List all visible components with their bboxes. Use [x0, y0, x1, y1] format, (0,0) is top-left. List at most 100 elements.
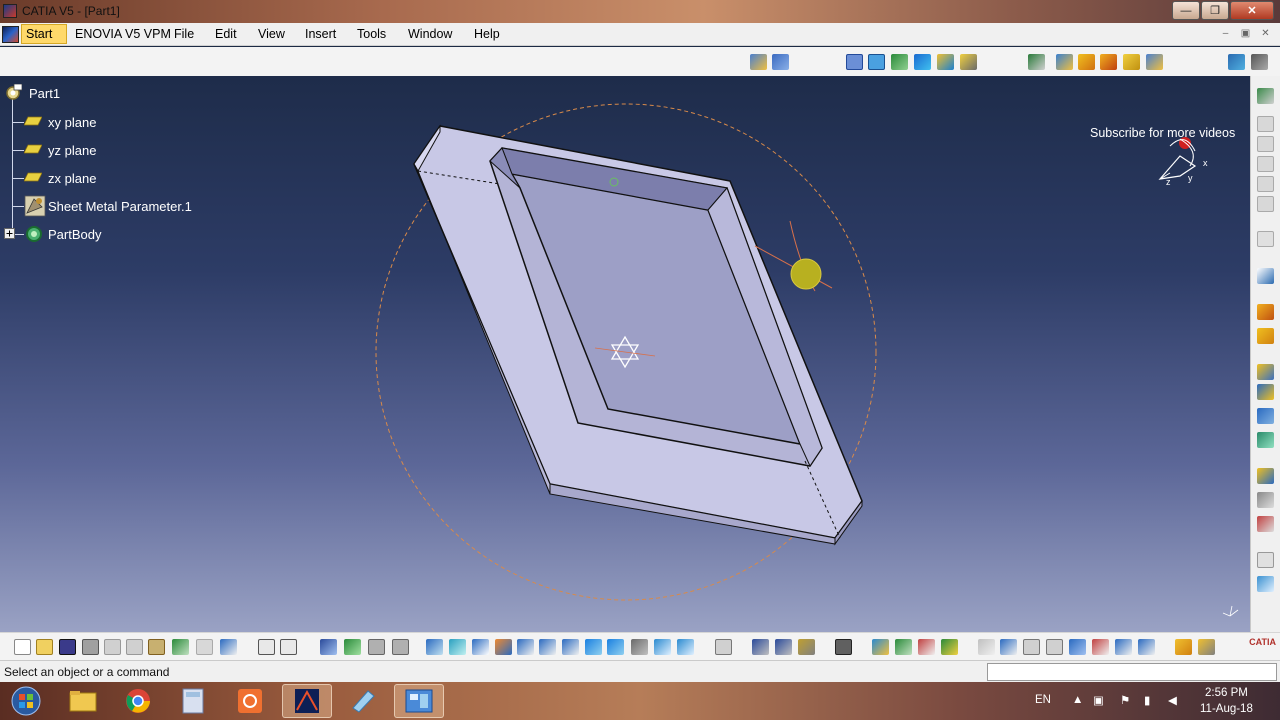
pattern-icon[interactable]	[1257, 384, 1274, 400]
close-button[interactable]: ✕	[1230, 1, 1274, 20]
menu-insert[interactable]: Insert	[305, 27, 336, 41]
rotate-icon[interactable]	[1257, 328, 1274, 344]
catalog-icon[interactable]	[368, 639, 385, 655]
camera-icon[interactable]	[835, 639, 852, 655]
tool-icon[interactable]	[1257, 196, 1274, 212]
save-management-icon[interactable]	[1251, 54, 1268, 70]
command-input[interactable]	[987, 663, 1277, 681]
tray-chevron-up-icon[interactable]: ▲	[1072, 694, 1083, 706]
comment-icon[interactable]	[280, 639, 297, 655]
walk-mode-icon[interactable]	[772, 54, 789, 70]
tool-icon[interactable]	[775, 639, 792, 655]
tray-app-icon[interactable]: ▣	[1093, 693, 1104, 707]
tool-icon[interactable]	[941, 639, 958, 655]
tool-icon[interactable]	[1115, 639, 1132, 655]
tool-icon[interactable]	[1257, 116, 1274, 132]
cutout-icon[interactable]	[1146, 54, 1163, 70]
taskbar-catia[interactable]	[282, 684, 332, 718]
tool-icon[interactable]	[872, 639, 889, 655]
menu-window[interactable]: Window	[408, 27, 452, 41]
sheet-metal-params-icon[interactable]	[1028, 54, 1045, 70]
taskbar-app-orange[interactable]	[225, 684, 275, 718]
fit-all-icon[interactable]	[846, 54, 863, 70]
minimize-button[interactable]: —	[1172, 1, 1200, 20]
cut-icon[interactable]	[104, 639, 121, 655]
hole-icon[interactable]	[1257, 432, 1274, 448]
tool-icon[interactable]	[1000, 639, 1017, 655]
unfold-icon[interactable]	[1123, 54, 1140, 70]
bend-icon[interactable]	[1100, 54, 1117, 70]
iso-view-icon[interactable]	[607, 639, 624, 655]
normal-view-icon[interactable]	[562, 639, 579, 655]
tool-icon[interactable]	[895, 639, 912, 655]
iso-view-icon[interactable]	[914, 54, 931, 70]
render-style-icon[interactable]	[631, 639, 648, 655]
hide-show-icon[interactable]	[960, 54, 977, 70]
zoom-in-icon[interactable]	[517, 639, 534, 655]
tray-volume-icon[interactable]: ◀	[1168, 693, 1177, 707]
mdi-close-button[interactable]: ✕	[1257, 26, 1274, 42]
transform-icon[interactable]	[1257, 516, 1274, 532]
tray-time[interactable]: 2:56 PM	[1205, 687, 1248, 699]
tray-language[interactable]: EN	[1035, 694, 1051, 706]
stamp-icon[interactable]	[1257, 364, 1274, 380]
tool-icon[interactable]	[1092, 639, 1109, 655]
tool-icon[interactable]	[1023, 639, 1040, 655]
fly-icon[interactable]	[426, 639, 443, 655]
tool-icon[interactable]	[1069, 639, 1086, 655]
taskbar-app-control[interactable]	[394, 684, 444, 718]
shading-icon[interactable]	[937, 54, 954, 70]
copy-icon[interactable]	[126, 639, 143, 655]
snap-icon[interactable]	[1257, 304, 1274, 320]
menu-tools[interactable]: Tools	[357, 27, 386, 41]
paste-icon[interactable]	[148, 639, 165, 655]
manipulator-handle[interactable]	[790, 258, 822, 290]
tool-icon[interactable]	[392, 639, 409, 655]
tray-network-icon[interactable]: ▮	[1144, 693, 1150, 707]
tool-icon[interactable]	[1046, 639, 1063, 655]
taskbar-chrome[interactable]	[113, 684, 163, 718]
tool-icon[interactable]	[1257, 552, 1274, 568]
start-logo-icon[interactable]	[2, 26, 19, 43]
whats-this-icon[interactable]	[220, 639, 237, 655]
chamfer-icon[interactable]	[1257, 492, 1274, 508]
menu-edit[interactable]: Edit	[215, 27, 237, 41]
tool-icon[interactable]	[978, 639, 995, 655]
select-arrow-icon[interactable]	[1257, 231, 1274, 247]
tool-icon[interactable]	[1198, 639, 1215, 655]
3d-viewport[interactable]: Part1 xy plane yz plane zx plane Sheet M…	[0, 76, 1250, 632]
maximize-button[interactable]: ❐	[1201, 1, 1229, 20]
mirror-icon[interactable]	[1257, 408, 1274, 424]
formula-icon[interactable]	[258, 639, 275, 655]
new-icon[interactable]	[14, 639, 31, 655]
print-icon[interactable]	[82, 639, 99, 655]
rotate-view-icon[interactable]	[495, 639, 512, 655]
fly-mode-icon[interactable]	[750, 54, 767, 70]
menu-start[interactable]: Start	[21, 24, 67, 44]
sketcher-icon[interactable]	[1257, 88, 1274, 104]
wall-icon[interactable]	[1056, 54, 1073, 70]
tool-icon[interactable]	[1175, 639, 1192, 655]
measure-icon[interactable]	[1257, 268, 1274, 284]
tray-flag-icon[interactable]: ⚑	[1120, 693, 1130, 707]
flange-icon[interactable]	[1078, 54, 1095, 70]
pan-move-icon[interactable]	[472, 639, 489, 655]
save-icon[interactable]	[59, 639, 76, 655]
tool-icon[interactable]	[752, 639, 769, 655]
taskbar-file-explorer[interactable]	[58, 684, 108, 718]
menu-view[interactable]: View	[258, 27, 285, 41]
menu-help[interactable]: Help	[474, 27, 500, 41]
undo-icon[interactable]	[172, 639, 189, 655]
menu-enovia[interactable]: ENOVIA V5 VPM	[75, 27, 171, 41]
tool-icon[interactable]	[1257, 176, 1274, 192]
pan-icon[interactable]	[891, 54, 908, 70]
tool-icon[interactable]	[1257, 156, 1274, 172]
zoom-out-icon[interactable]	[539, 639, 556, 655]
workbench-icon[interactable]	[1228, 54, 1245, 70]
fit-all-in-icon[interactable]	[449, 639, 466, 655]
multi-view-icon[interactable]	[585, 639, 602, 655]
tool-icon[interactable]	[798, 639, 815, 655]
taskbar-app-notes[interactable]	[338, 684, 388, 718]
tool-icon[interactable]	[1257, 576, 1274, 592]
mdi-restore-button[interactable]: ▣	[1237, 26, 1254, 42]
